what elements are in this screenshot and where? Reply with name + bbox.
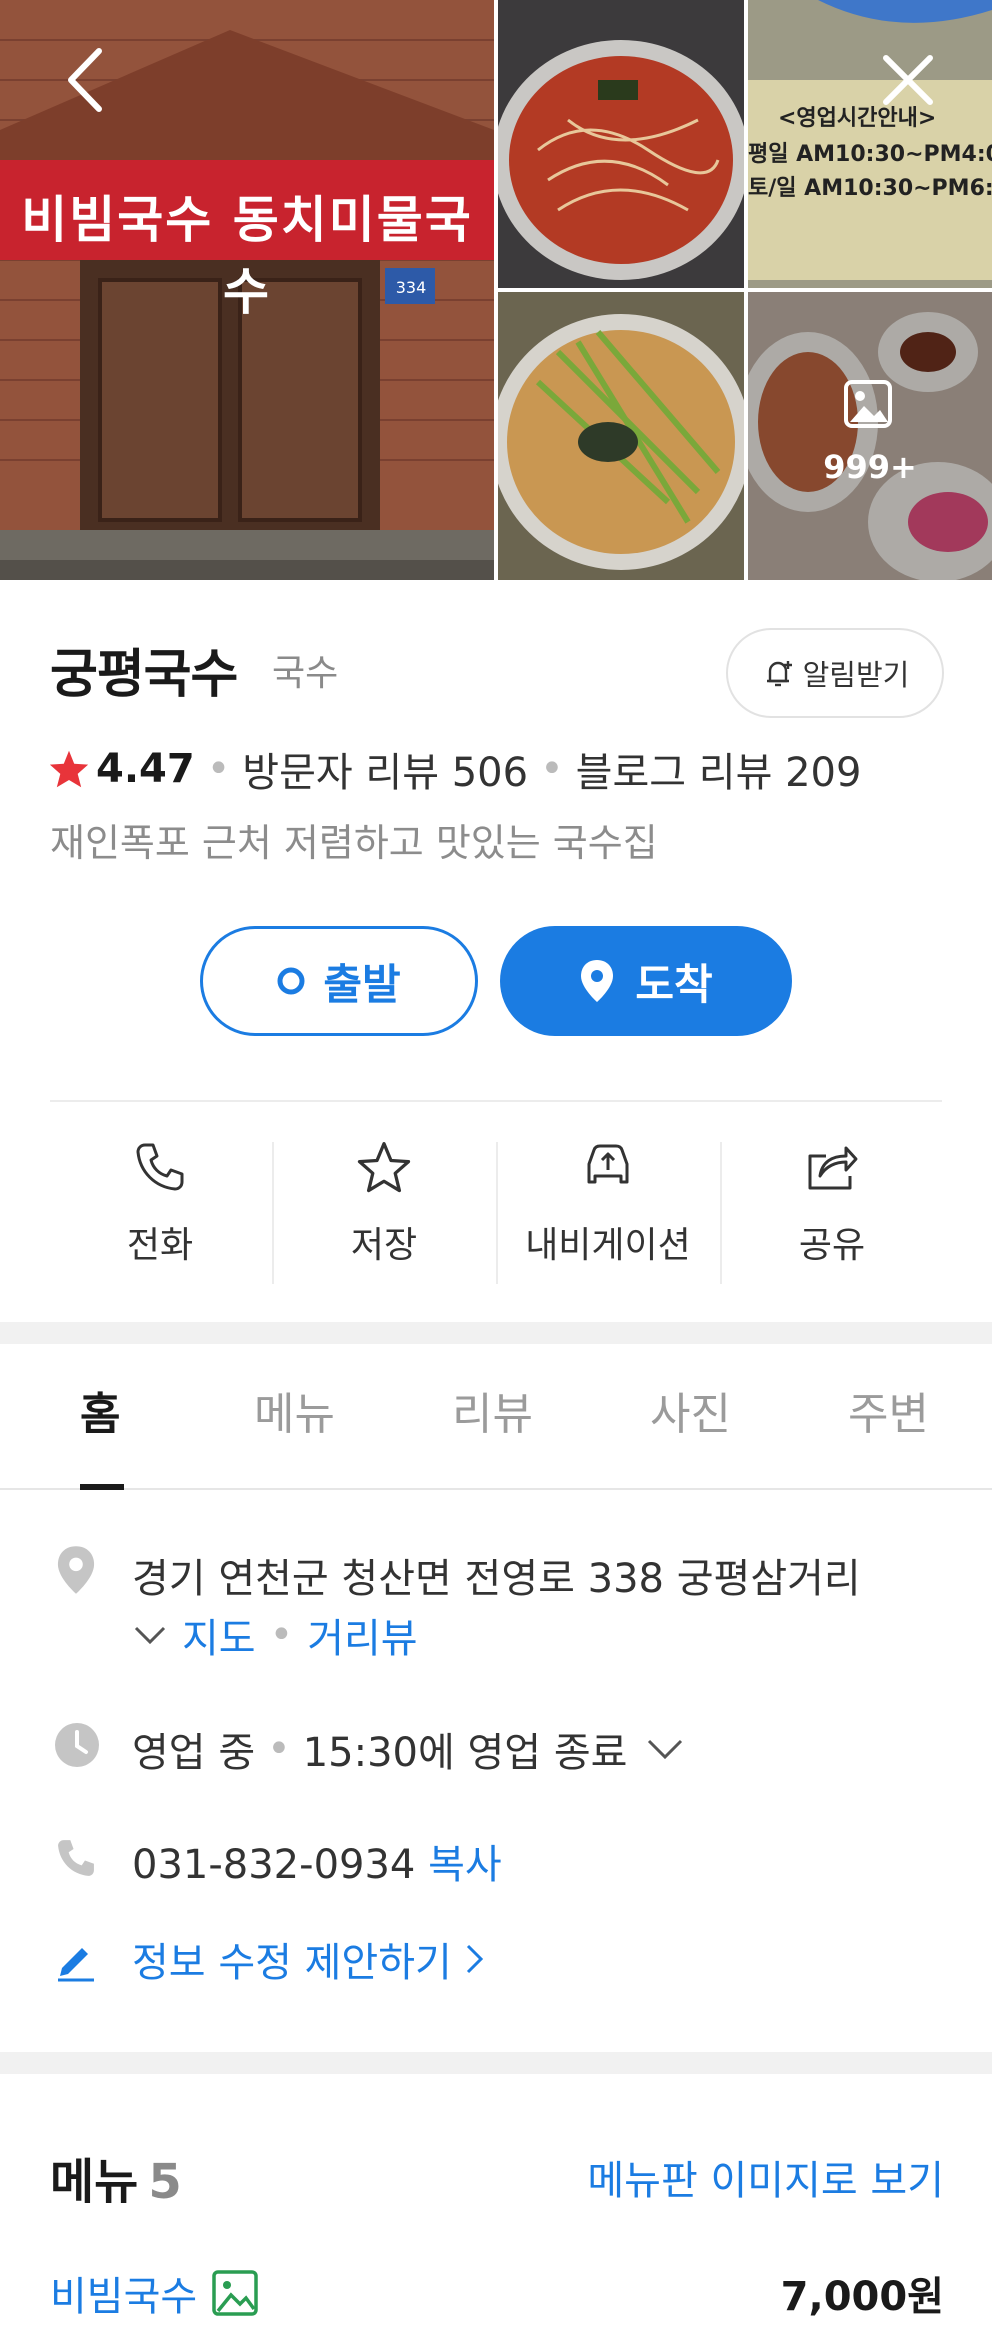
place-name: 궁평국수 <box>50 645 238 705</box>
hours-sign-weekend: 토/일 AM10:30~PM6:30 <box>748 176 992 201</box>
photo-food-1[interactable] <box>498 0 744 288</box>
photo-more[interactable]: 999+ <box>748 292 992 580</box>
phone-number[interactable]: 031-832-0934 <box>132 1842 415 1888</box>
save-label: 저장 <box>350 1225 418 1266</box>
open-status: 영업 중 <box>132 1730 256 1776</box>
place-description: 재인폭포 근처 저렴하고 맛있는 국수집 <box>50 821 658 865</box>
hours-row[interactable]: 영업 중 • 15:30에 영업 종료 <box>132 1720 685 1778</box>
close-time: 15:30에 영업 종료 <box>302 1730 628 1776</box>
menu-heading: 메뉴 5 <box>50 2142 182 2212</box>
visitor-review-link[interactable]: 방문자 리뷰 506 <box>242 740 528 798</box>
back-button[interactable] <box>44 40 124 120</box>
arrive-button[interactable]: 도착 <box>500 926 792 1036</box>
navigation-action[interactable]: 내비게이션 <box>496 1140 720 1290</box>
address-text: 경기 연천군 청산면 전영로 338 궁평삼거리 <box>132 1556 861 1602</box>
image-icon <box>842 378 894 434</box>
arrive-label: 도착 <box>635 959 713 1009</box>
streetview-link[interactable]: 거리뷰 <box>307 1606 417 1664</box>
blog-review-link[interactable]: 블로그 리뷰 209 <box>576 740 862 798</box>
depart-button[interactable]: 출발 <box>200 926 478 1036</box>
star-outline-icon <box>357 1142 411 1193</box>
menu-item-price: 7,000원 <box>780 2274 944 2320</box>
tab-nearby[interactable]: 주변 <box>848 1378 929 1442</box>
section-gap <box>0 2052 992 2074</box>
car-navigation-icon <box>587 1144 629 1184</box>
share-action[interactable]: 공유 <box>720 1140 944 1290</box>
menu-board-link[interactable]: 메뉴판 이미지로 보기 <box>587 2148 944 2206</box>
save-action[interactable]: 저장 <box>272 1140 496 1290</box>
alarm-button[interactable]: 알림받기 <box>726 628 944 718</box>
tab-active-indicator <box>80 1484 124 1490</box>
location-icon <box>54 1544 98 1600</box>
rating-row: 4.47 • 방문자 리뷰 506 • 블로그 리뷰 209 <box>48 740 861 798</box>
call-label: 전화 <box>126 1225 194 1266</box>
cold-noodle-illustration <box>498 292 744 580</box>
menu-count: 5 <box>148 2154 182 2210</box>
divider <box>50 1100 942 1102</box>
chevron-down-icon <box>648 1739 683 1760</box>
tab-divider <box>0 1488 992 1490</box>
place-category: 국수 <box>272 653 339 694</box>
star-icon <box>49 750 89 788</box>
bibim-noodle-illustration <box>498 0 744 288</box>
tab-photos[interactable]: 사진 <box>650 1378 731 1442</box>
copy-button[interactable]: 복사 <box>428 1842 502 1888</box>
call-action[interactable]: 전화 <box>48 1140 272 1290</box>
menu-item-name: 비빔국수 <box>50 2274 198 2320</box>
close-icon <box>883 55 933 105</box>
map-link[interactable]: 지도 <box>182 1606 256 1664</box>
hours-sign-weekday: 평일 AM10:30~PM4:00 <box>748 142 992 167</box>
map-pin-icon <box>581 960 614 1002</box>
image-icon <box>212 2270 258 2316</box>
house-number: 334 <box>395 278 427 297</box>
address-links: 지도 • 거리뷰 <box>132 1606 418 1664</box>
chevron-left-icon <box>68 48 102 112</box>
alarm-label: 알림받기 <box>802 658 910 692</box>
section-gap <box>0 1322 992 1344</box>
suggest-edit-link[interactable]: 정보 수정 제안하기 <box>132 1930 486 1988</box>
phone-icon <box>136 1143 184 1191</box>
photo-gallery: 비빔국수 동치미물국수 334 <영업시간안내> 평일 AM10:30~PM4:… <box>0 0 992 580</box>
photo-count: 999+ <box>823 448 917 486</box>
tab-reviews[interactable]: 리뷰 <box>452 1378 533 1442</box>
clock-icon <box>54 1722 100 1772</box>
chevron-down-icon[interactable] <box>132 1624 168 1646</box>
rating-value: 4.47 <box>96 746 195 792</box>
chevron-right-icon <box>466 1944 483 1974</box>
tab-home[interactable]: 홈 <box>80 1378 120 1442</box>
side-dish-illustration <box>748 292 992 580</box>
navigation-label: 내비게이션 <box>525 1225 691 1266</box>
phone-row: 031-832-0934 복사 <box>132 1832 502 1890</box>
suggest-edit-label: 정보 수정 제안하기 <box>132 1940 452 1986</box>
phone-icon <box>54 1836 98 1884</box>
photo-food-2[interactable] <box>498 292 744 580</box>
depart-label: 출발 <box>323 959 401 1009</box>
pencil-icon <box>54 1938 98 1986</box>
share-icon <box>808 1146 858 1190</box>
tab-menu[interactable]: 메뉴 <box>254 1378 335 1442</box>
share-label: 공유 <box>798 1225 866 1266</box>
sign-text: 비빔국수 동치미물국수 <box>21 191 473 321</box>
menu-item[interactable]: 비빔국수 <box>50 2264 259 2322</box>
origin-dot-icon <box>277 967 305 995</box>
close-button[interactable] <box>868 40 948 120</box>
bell-plus-icon <box>766 661 792 687</box>
menu-title: 메뉴 <box>50 2154 139 2210</box>
